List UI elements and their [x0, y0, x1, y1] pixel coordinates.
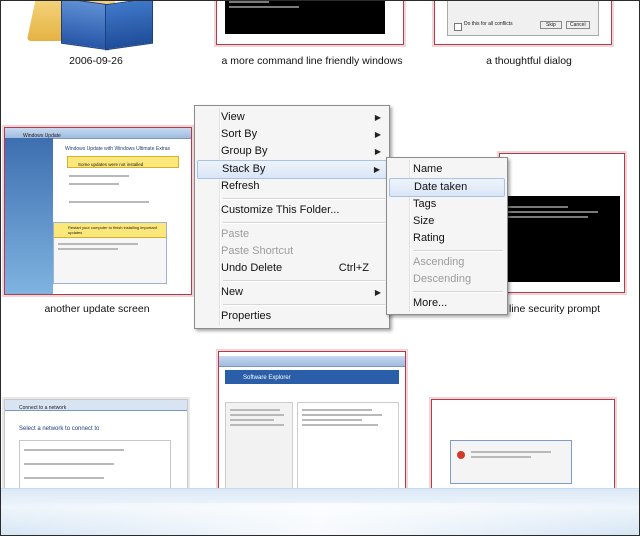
network-window-titlebar: Connect to a network: [5, 400, 187, 411]
error-icon: [457, 451, 465, 459]
menu-separator: [223, 198, 385, 200]
menu-item-view[interactable]: View ▶: [197, 109, 387, 126]
shortcut-label: Ctrl+Z: [338, 262, 369, 274]
network-window-title: Connect to a network: [19, 405, 67, 411]
console-image: [504, 196, 620, 282]
submenu-item-more[interactable]: More...: [389, 295, 505, 312]
submenu-item-ascending: Ascending: [413, 256, 465, 268]
thumbnail-caption: another update screen: [44, 303, 150, 315]
menu-item-paste: Paste: [221, 228, 250, 240]
thumbnail-caption: line security prompt: [509, 303, 601, 315]
menu-separator: [223, 304, 385, 306]
menu-item-stack-by[interactable]: Stack By ▶: [197, 160, 387, 179]
explorer-heading: Software Explorer: [225, 370, 399, 384]
update-notice: Some updates were not installed: [67, 156, 179, 168]
menu-separator: [223, 222, 385, 224]
restart-banner: Restart your computer to finish installi…: [54, 223, 166, 238]
skip-button: Skip: [540, 21, 562, 29]
submenu-arrow-icon: ▶: [374, 147, 381, 156]
menu-item-new[interactable]: New ▶: [197, 284, 387, 301]
update-heading: Windows Update with Windows Ultimate Ext…: [65, 146, 171, 152]
menu-separator: [223, 280, 385, 282]
menu-item-properties[interactable]: Properties: [197, 308, 387, 325]
thumbnail-folder-2006-09-26[interactable]: [13, 1, 163, 51]
dialog-image: Do this for all conflicts Skip Cancel: [447, 1, 599, 36]
submenu-item-date-taken[interactable]: Date taken: [389, 178, 505, 197]
thumbnail-caption: a thoughtful dialog: [486, 55, 572, 67]
restart-dialog: Restart your computer to finish installi…: [53, 222, 167, 284]
checkbox-icon: [454, 23, 462, 31]
menu-item-paste-shortcut: Paste Shortcut: [221, 245, 294, 257]
context-menu: View ▶ Sort By ▶ Group By ▶ Stack By ▶ Refre…: [194, 105, 390, 329]
folder-sheet-right: [105, 1, 153, 51]
thumbnail-dialog[interactable]: Do this for all conflicts Skip Cancel: [434, 1, 612, 45]
thumbnail-software-explorer[interactable]: Software Explorer: [218, 351, 406, 503]
submenu-item-name[interactable]: Name: [389, 161, 505, 178]
thumbnail-update-screen[interactable]: Windows Update Windows Update with Windo…: [4, 127, 192, 295]
restart-title: Restart your computer to finish installi…: [68, 225, 157, 235]
menu-separator: [413, 250, 503, 252]
explorer-window: 2006-09-26 a more command line friendly …: [0, 0, 640, 536]
submenu-item-rating[interactable]: Rating: [389, 230, 505, 247]
menu-item-customize-folder[interactable]: Customize This Folder...: [197, 202, 387, 219]
thumbnail-folder-error[interactable]: [431, 399, 615, 501]
stack-by-submenu: Name Date taken Tags Size Rating Ascendi…: [386, 157, 508, 315]
submenu-item-descending: Descending: [413, 273, 472, 285]
submenu-arrow-icon: ▶: [374, 130, 381, 139]
network-heading: Select a network to connect to: [19, 426, 100, 432]
folder-sheet-left: [61, 1, 109, 51]
update-notice-text: Some updates were not installed: [78, 162, 144, 167]
error-dialog: [450, 440, 572, 484]
dialog-checkbox-label: Do this for all conflicts: [464, 21, 513, 27]
cancel-button: Cancel: [566, 21, 590, 29]
menu-item-undo-delete[interactable]: Undo Delete Ctrl+Z: [197, 260, 387, 277]
explorer-title: Software Explorer: [243, 375, 291, 381]
submenu-arrow-icon: ▶: [373, 165, 380, 174]
submenu-arrow-icon: ▶: [374, 113, 381, 122]
menu-item-sort-by[interactable]: Sort By ▶: [197, 126, 387, 143]
menu-separator: [413, 291, 503, 293]
thumbnail-network-connect[interactable]: Connect to a network Select a network to…: [4, 399, 188, 501]
console-image: [225, 1, 385, 34]
menu-item-group-by[interactable]: Group By ▶: [197, 143, 387, 160]
thumbnail-command-line[interactable]: [216, 1, 404, 45]
thumbnail-security-prompt[interactable]: [499, 153, 625, 293]
bottom-background-band: [1, 488, 639, 535]
update-sidebar: [5, 138, 53, 294]
submenu-item-size[interactable]: Size: [389, 213, 505, 230]
submenu-arrow-icon: ▶: [374, 288, 381, 297]
menu-item-refresh[interactable]: Refresh: [197, 178, 387, 195]
thumbnail-caption: 2006-09-26: [69, 55, 123, 67]
submenu-item-tags[interactable]: Tags: [389, 196, 505, 213]
explorer-window-titlebar: [219, 356, 405, 367]
thumbnail-caption: a more command line friendly windows: [221, 55, 403, 67]
